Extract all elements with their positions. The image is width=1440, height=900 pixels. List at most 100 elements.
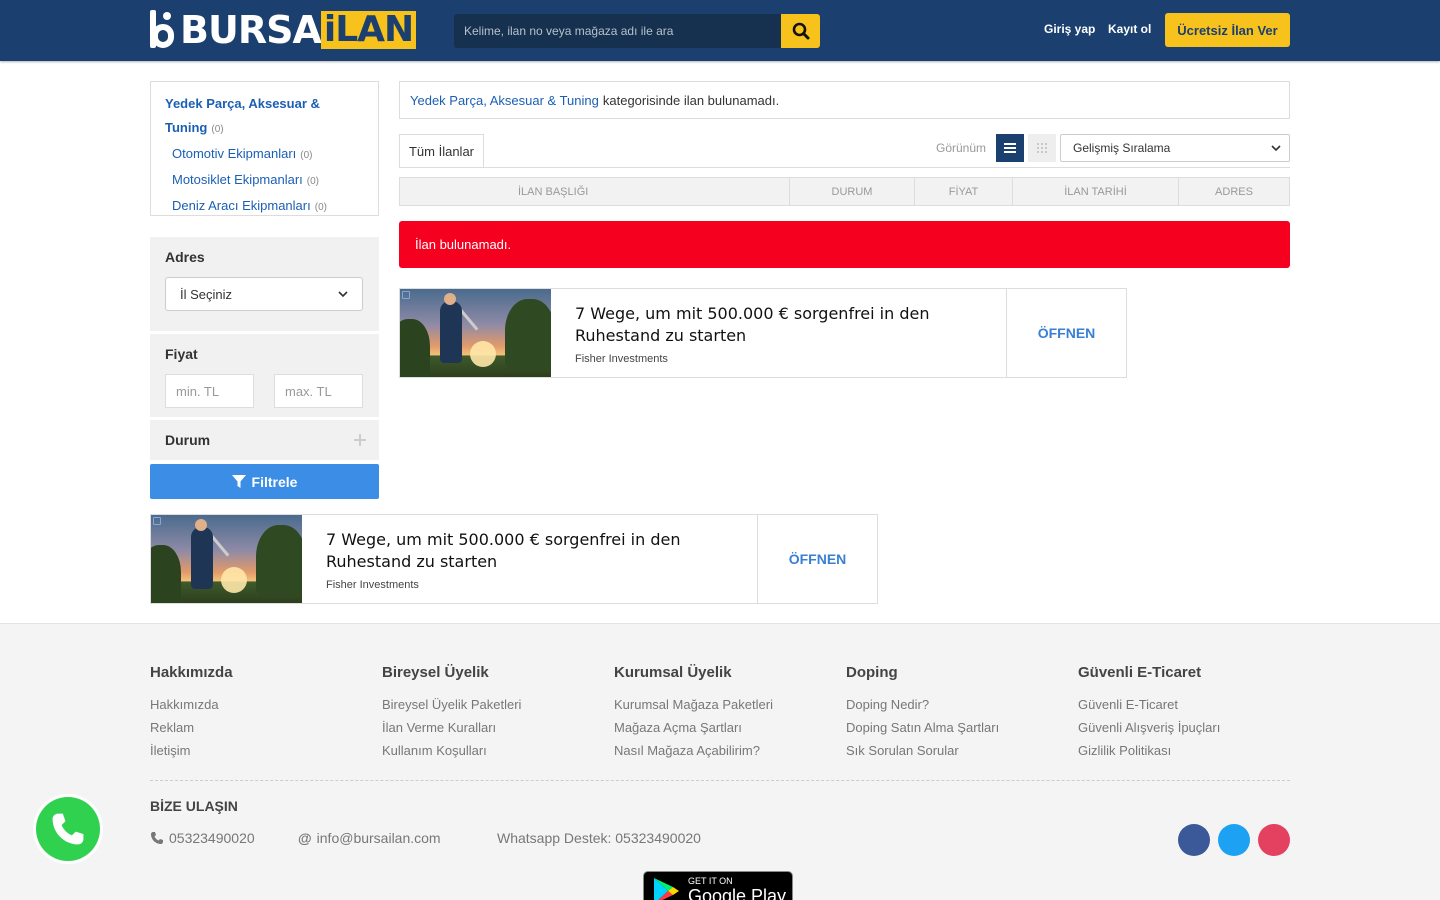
filter-button[interactable]: Filtrele [150,464,379,499]
view-label: Görünüm [936,141,987,155]
min-price-input[interactable]: min. TL [165,374,254,408]
site-footer: Hakkımızda Hakkımızda Reklam İletişim Bi… [0,623,1440,900]
sort-select-value: Gelişmiş Sıralama [1073,141,1171,155]
max-price-input[interactable]: max. TL [274,374,363,408]
whatsapp-float-button[interactable] [36,797,100,861]
grid-view-button[interactable] [1028,134,1056,162]
ad-info-icon[interactable] [402,291,410,299]
footer-column-about: Hakkımızda Hakkımızda Reklam İletişim [150,664,233,762]
login-link[interactable]: Giriş yap [1044,22,1095,36]
subcategory-label: Deniz Aracı Ekipmanları [172,198,311,213]
facebook-icon[interactable] [1178,824,1210,856]
footer-column-title: Bireysel Üyelik [382,664,489,681]
footer-link[interactable]: Doping Nedir? [846,693,999,716]
email-address: info@bursailan.com [316,830,441,846]
empty-category-notice: Yedek Parça, Aksesuar & Tuning kategoris… [399,81,1290,119]
phone-icon [52,813,84,845]
footer-link[interactable]: Mağaza Açma Şartları [614,716,773,739]
category-main[interactable]: Yedek Parça, Aksesuar & Tuning (0) [165,92,325,142]
sort-select[interactable]: Gelişmiş Sıralama [1060,134,1290,162]
grid-icon [1037,143,1047,153]
footer-divider [150,780,1290,781]
footer-link[interactable]: Sık Sorulan Sorular [846,739,999,762]
footer-link[interactable]: Kullanım Koşulları [382,739,521,762]
footer-link[interactable]: Kurumsal Mağaza Paketleri [614,693,773,716]
contact-phone[interactable]: 05323490020 [150,830,255,846]
register-link[interactable]: Kayıt ol [1108,22,1151,36]
footer-link[interactable]: İlan Verme Kuralları [382,716,521,739]
site-header: BURSA iLAN Giriş yap Kayıt ol Ücretsiz İ… [0,0,1440,61]
footer-link[interactable]: Doping Satın Alma Şartları [846,716,999,739]
footer-column-title: Hakkımızda [150,664,233,681]
subcategory-label: Motosiklet Ekipmanları [172,172,303,187]
plus-icon[interactable] [353,433,367,447]
chevron-down-icon [1271,145,1281,152]
column-header[interactable]: DURUM [790,178,915,205]
search-button[interactable] [781,14,820,48]
subcategory-count: (0) [306,176,320,187]
ad-text[interactable]: 7 Wege, um mit 500.000 € sorgenfrei in d… [302,515,757,603]
no-listings-alert: İlan bulunamadı. [399,221,1290,268]
ad-image[interactable] [151,515,302,603]
category-link[interactable]: Yedek Parça, Aksesuar & Tuning [410,93,599,108]
tab-divider [399,167,1290,168]
column-header[interactable]: ADRES [1179,178,1289,205]
search-icon [792,22,809,40]
province-select[interactable]: İl Seçiniz [165,277,363,311]
chevron-down-icon [338,291,348,298]
logo-text-secondary: iLAN [320,11,417,49]
search-input[interactable] [454,14,781,48]
list-icon [1004,143,1016,153]
price-filter-panel: Fiyat min. TL max. TL [150,334,379,417]
contact-email[interactable]: @ info@bursailan.com [298,830,441,846]
footer-column-title: Doping [846,664,898,681]
site-logo[interactable]: BURSA iLAN [150,8,417,52]
column-header[interactable]: İLAN TARİHİ [1013,178,1179,205]
address-title: Adres [165,249,205,265]
google-play-icon [654,878,679,900]
listing-table-header: İLAN BAŞLIĞI DURUM FİYAT İLAN TARİHİ ADR… [399,177,1290,206]
subcategory-count: (0) [314,202,327,213]
ad-image[interactable] [400,289,551,377]
subcategory-item[interactable]: Motosiklet Ekipmanları (0) [165,168,364,194]
footer-link[interactable]: Hakkımızda [150,693,233,716]
contact-title: BİZE ULAŞIN [150,798,238,814]
twitter-icon[interactable] [1218,824,1250,856]
ad-open-button[interactable]: ÖFFNEN [1006,289,1126,377]
footer-link[interactable]: Güvenli Alışveriş İpuçları [1078,716,1220,739]
ad-open-button[interactable]: ÖFFNEN [757,515,877,603]
advertisement[interactable]: 7 Wege, um mit 500.000 € sorgenfrei in d… [150,514,878,604]
ad-text[interactable]: 7 Wege, um mit 500.000 € sorgenfrei in d… [551,289,1006,377]
ad-info-icon[interactable] [153,517,161,525]
subcategory-item[interactable]: Otomotiv Ekipmanları (0) [165,142,364,168]
footer-column-secure: Güvenli E-Ticaret Güvenli E-Ticaret Güve… [1078,664,1220,762]
list-view-button[interactable] [996,134,1024,162]
post-free-ad-button[interactable]: Ücretsiz İlan Ver [1165,13,1290,47]
column-header[interactable]: FİYAT [915,178,1013,205]
google-play-small-text: GET IT ON [688,876,733,886]
category-main-label: Yedek Parça, Aksesuar & Tuning [165,96,320,135]
logo-text-primary: BURSA [180,8,322,52]
category-count: (0) [211,124,224,135]
subcategory-count: (0) [300,150,313,161]
footer-link[interactable]: İletişim [150,739,233,762]
contact-whatsapp[interactable]: Whatsapp Destek: 05323490020 [497,830,701,846]
instagram-icon[interactable] [1258,824,1290,856]
condition-filter-panel[interactable]: Durum [150,420,379,460]
phone-icon [151,832,163,844]
google-play-big-text: Google Play [688,886,787,900]
footer-link[interactable]: Reklam [150,716,233,739]
ad-title: 7 Wege, um mit 500.000 € sorgenfrei in d… [326,530,681,571]
footer-link[interactable]: Nasıl Mağaza Açabilirim? [614,739,773,762]
tab-all-listings[interactable]: Tüm İlanlar [399,134,484,168]
google-play-badge[interactable]: GET IT ON Google Play [643,871,793,900]
footer-link[interactable]: Gizlilik Politikası [1078,739,1220,762]
notice-text: kategorisinde ilan bulunamadı. [602,92,780,108]
subcategory-item[interactable]: Deniz Aracı Ekipmanları (0) [165,194,364,220]
column-header[interactable]: İLAN BAŞLIĞI [400,178,790,205]
ad-title: 7 Wege, um mit 500.000 € sorgenfrei in d… [575,304,930,345]
subcategory-label: Otomotiv Ekipmanları [172,146,297,161]
advertisement[interactable]: 7 Wege, um mit 500.000 € sorgenfrei in d… [399,288,1127,378]
footer-link[interactable]: Bireysel Üyelik Paketleri [382,693,521,716]
footer-link[interactable]: Güvenli E-Ticaret [1078,693,1220,716]
